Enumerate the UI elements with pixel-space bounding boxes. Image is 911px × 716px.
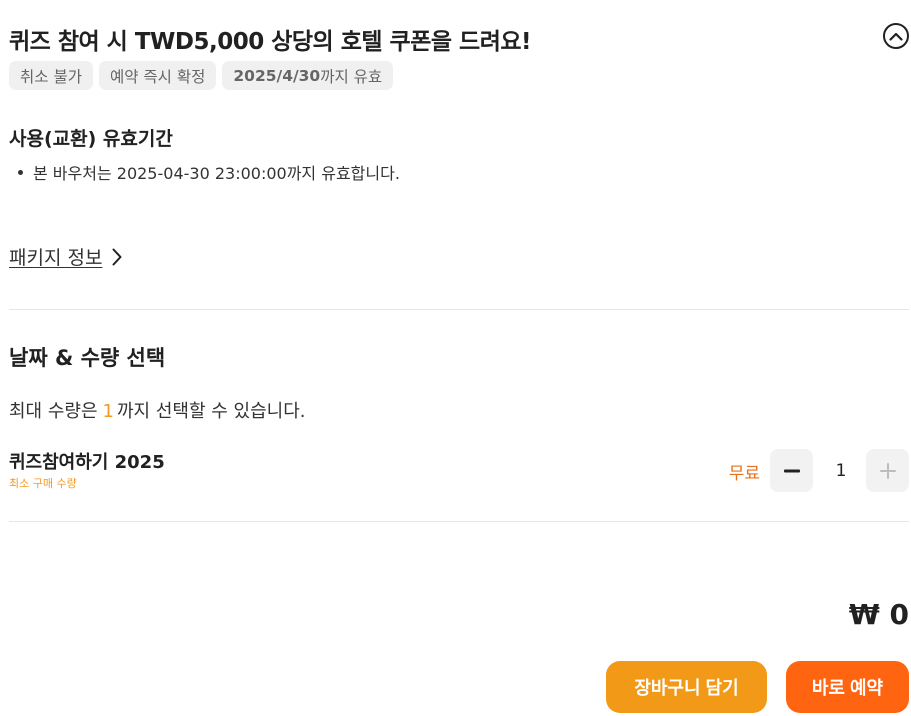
option-price: 무료	[728, 464, 760, 484]
max-quantity-suffix: 까지 선택할 수 있습니다.	[116, 401, 306, 422]
title-row: 퀴즈 참여 시 TWD5,000 상당의 호텔 쿠폰을 드려요!	[9, 20, 909, 55]
product-option-panel: 퀴즈 참여 시 TWD5,000 상당의 호텔 쿠폰을 드려요! 취소 불가 예…	[9, 0, 909, 716]
chevron-up-icon	[889, 32, 903, 41]
max-quantity-value: 1	[102, 401, 114, 422]
product-title: 퀴즈 참여 시 TWD5,000 상당의 호텔 쿠폰을 드려요!	[9, 29, 532, 55]
bullet-dot	[18, 169, 23, 175]
option-name: 퀴즈참여하기 2025	[9, 452, 165, 473]
collapse-button[interactable]	[883, 23, 909, 49]
option-min-quantity-note: 최소 구매 수량	[9, 477, 77, 490]
selection-title: 날짜 & 수량 선택	[9, 346, 166, 370]
tag-valid-suffix: 까지 유효	[320, 67, 383, 86]
tag-valid-date: 2025/4/30	[233, 66, 321, 85]
section-divider	[9, 309, 909, 310]
validity-bullet: 본 바우처는 2025-04-30 23:00:00까지 유효합니다.	[9, 160, 400, 184]
quantity-value: 1	[835, 461, 847, 481]
validity-text: 본 바우처는 2025-04-30 23:00:00까지 유효합니다.	[33, 164, 400, 183]
section-divider	[9, 521, 909, 522]
package-info-label: 패키지 정보	[9, 247, 103, 269]
plus-icon	[879, 462, 896, 479]
total-price: ₩ 0	[848, 598, 909, 631]
minus-icon	[783, 469, 800, 472]
max-quantity-prefix: 최대 수량은	[9, 401, 98, 422]
book-now-button[interactable]: 바로 예약	[786, 661, 909, 713]
quantity-decrease-button[interactable]	[770, 449, 813, 492]
tag-valid-until: 2025/4/30 까지 유효	[222, 61, 394, 90]
max-quantity-text: 최대 수량은 1 까지 선택할 수 있습니다.	[9, 397, 305, 423]
validity-title: 사용(교환) 유효기간	[9, 128, 173, 150]
tag-list: 취소 불가 예약 즉시 확정 2025/4/30 까지 유효	[9, 61, 394, 90]
package-info-link[interactable]: 패키지 정보	[9, 243, 122, 270]
tag-non-refundable: 취소 불가	[9, 61, 93, 90]
add-to-cart-button[interactable]: 장바구니 담기	[606, 661, 767, 713]
tag-instant-confirmation: 예약 즉시 확정	[98, 61, 217, 90]
quantity-increase-button[interactable]	[866, 449, 909, 492]
chevron-right-icon	[112, 248, 122, 265]
